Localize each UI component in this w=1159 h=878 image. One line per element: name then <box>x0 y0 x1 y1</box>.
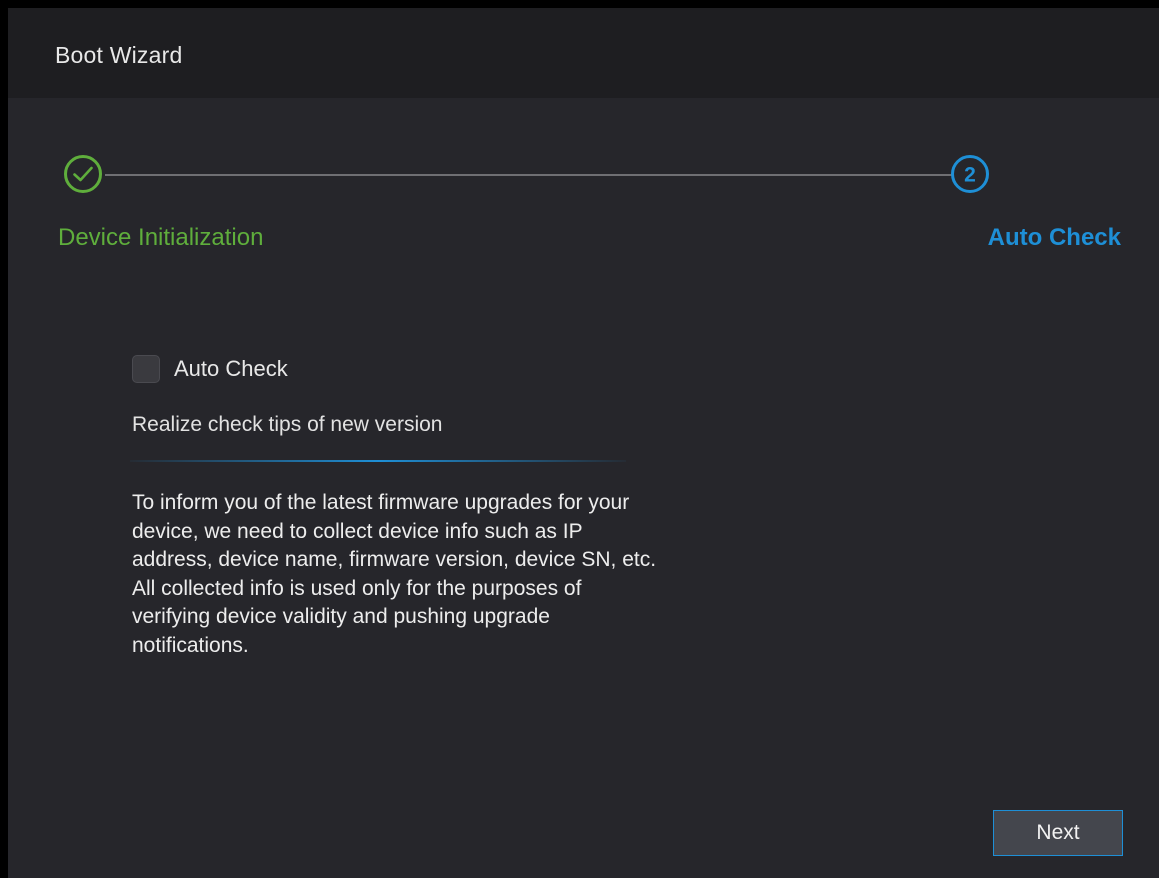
boot-wizard-window: Boot Wizard 2 Device Initialization Auto… <box>8 8 1159 878</box>
title-bar: Boot Wizard <box>8 8 1159 98</box>
description-text: To inform you of the latest firmware upg… <box>132 489 832 660</box>
auto-check-checkbox[interactable] <box>132 355 160 383</box>
step-number: 2 <box>964 164 976 187</box>
next-button[interactable]: Next <box>993 810 1123 856</box>
description-line: To inform you of the latest firmware upg… <box>132 491 630 514</box>
auto-check-label[interactable]: Auto Check <box>174 356 288 382</box>
step-device-initialization: Device Initialization <box>58 224 264 251</box>
check-circle-icon <box>63 154 103 199</box>
step-number-icon: 2 <box>950 154 990 199</box>
window-title: Boot Wizard <box>55 42 183 68</box>
description-line: device, we need to collect device info s… <box>132 519 583 543</box>
step-progress-line <box>105 174 952 176</box>
check-tips-text: Realize check tips of new version <box>132 413 443 436</box>
step-auto-check: Auto Check <box>987 224 1121 251</box>
description-line: All collected info is used only for the … <box>132 576 582 600</box>
divider <box>130 460 626 462</box>
auto-check-option[interactable]: Auto Check <box>132 355 288 383</box>
description-line: address, device name, firmware version, … <box>132 548 657 571</box>
description-line: notifications. <box>132 633 249 657</box>
description-line: verifying device validity and pushing up… <box>132 605 550 628</box>
